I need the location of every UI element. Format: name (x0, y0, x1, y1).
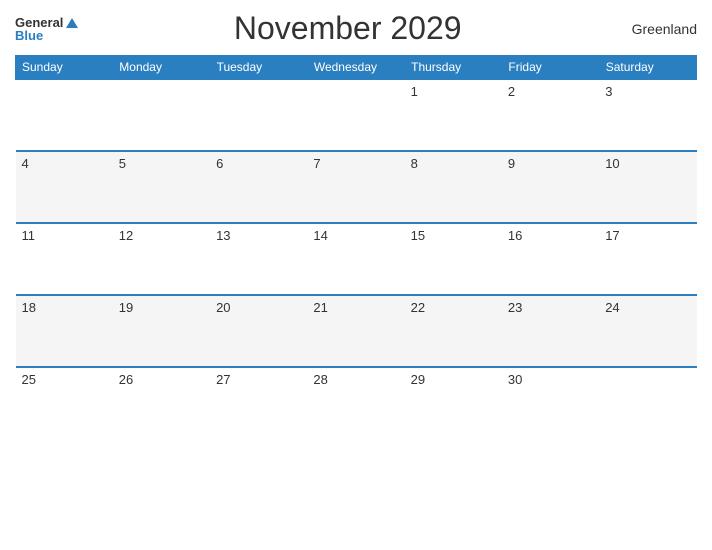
calendar-cell: 13 (210, 223, 307, 295)
calendar-cell: 21 (307, 295, 404, 367)
calendar-container: General Blue November 2029 Greenland Sun… (0, 0, 712, 550)
day-number: 13 (216, 228, 230, 243)
calendar-cell: 4 (16, 151, 113, 223)
calendar-cell: 5 (113, 151, 210, 223)
day-number: 20 (216, 300, 230, 315)
day-number: 17 (605, 228, 619, 243)
day-number: 10 (605, 156, 619, 171)
calendar-cell (113, 79, 210, 151)
day-number: 16 (508, 228, 522, 243)
calendar-cell (210, 79, 307, 151)
day-number: 1 (411, 84, 418, 99)
header-thursday: Thursday (405, 56, 502, 80)
month-title: November 2029 (78, 10, 617, 47)
calendar-cell: 15 (405, 223, 502, 295)
calendar-cell: 7 (307, 151, 404, 223)
day-number: 29 (411, 372, 425, 387)
day-number: 23 (508, 300, 522, 315)
header-monday: Monday (113, 56, 210, 80)
calendar-cell: 6 (210, 151, 307, 223)
calendar-week-row: 25 26 27 28 29 30 (16, 367, 697, 439)
calendar-cell (307, 79, 404, 151)
header-tuesday: Tuesday (210, 56, 307, 80)
day-number: 18 (22, 300, 36, 315)
calendar-cell (16, 79, 113, 151)
calendar-cell: 12 (113, 223, 210, 295)
day-number: 3 (605, 84, 612, 99)
calendar-cell: 29 (405, 367, 502, 439)
calendar-cell: 20 (210, 295, 307, 367)
day-number: 27 (216, 372, 230, 387)
day-number: 30 (508, 372, 522, 387)
calendar-cell: 28 (307, 367, 404, 439)
day-number: 15 (411, 228, 425, 243)
calendar-cell: 3 (599, 79, 696, 151)
calendar-week-row: 11 12 13 14 15 16 17 (16, 223, 697, 295)
day-number: 14 (313, 228, 327, 243)
calendar-cell: 18 (16, 295, 113, 367)
logo-blue-text: Blue (15, 29, 43, 42)
calendar-cell: 10 (599, 151, 696, 223)
calendar-cell: 11 (16, 223, 113, 295)
day-number: 22 (411, 300, 425, 315)
calendar-cell: 8 (405, 151, 502, 223)
calendar-cell: 27 (210, 367, 307, 439)
weekday-header-row: Sunday Monday Tuesday Wednesday Thursday… (16, 56, 697, 80)
day-number: 12 (119, 228, 133, 243)
logo: General Blue (15, 16, 78, 42)
logo-general-text: General (15, 16, 78, 29)
day-number: 28 (313, 372, 327, 387)
calendar-grid: Sunday Monday Tuesday Wednesday Thursday… (15, 55, 697, 439)
day-number: 5 (119, 156, 126, 171)
calendar-cell: 19 (113, 295, 210, 367)
region-label: Greenland (617, 21, 697, 37)
calendar-cell: 17 (599, 223, 696, 295)
header-saturday: Saturday (599, 56, 696, 80)
day-number: 24 (605, 300, 619, 315)
day-number: 4 (22, 156, 29, 171)
day-number: 9 (508, 156, 515, 171)
header-sunday: Sunday (16, 56, 113, 80)
calendar-cell: 30 (502, 367, 599, 439)
calendar-cell (599, 367, 696, 439)
header-wednesday: Wednesday (307, 56, 404, 80)
day-number: 21 (313, 300, 327, 315)
day-number: 6 (216, 156, 223, 171)
day-number: 25 (22, 372, 36, 387)
day-number: 26 (119, 372, 133, 387)
calendar-cell: 23 (502, 295, 599, 367)
day-number: 8 (411, 156, 418, 171)
calendar-cell: 25 (16, 367, 113, 439)
calendar-week-row: 4 5 6 7 8 9 10 (16, 151, 697, 223)
calendar-cell: 16 (502, 223, 599, 295)
day-number: 19 (119, 300, 133, 315)
logo-triangle-icon (66, 18, 78, 28)
calendar-cell: 22 (405, 295, 502, 367)
calendar-week-row: 18 19 20 21 22 23 24 (16, 295, 697, 367)
calendar-cell: 2 (502, 79, 599, 151)
calendar-cell: 24 (599, 295, 696, 367)
header-friday: Friday (502, 56, 599, 80)
calendar-week-row: 1 2 3 (16, 79, 697, 151)
day-number: 2 (508, 84, 515, 99)
calendar-cell: 26 (113, 367, 210, 439)
calendar-cell: 9 (502, 151, 599, 223)
day-number: 7 (313, 156, 320, 171)
day-number: 11 (22, 228, 36, 243)
calendar-header: General Blue November 2029 Greenland (15, 10, 697, 47)
calendar-cell: 14 (307, 223, 404, 295)
calendar-cell: 1 (405, 79, 502, 151)
